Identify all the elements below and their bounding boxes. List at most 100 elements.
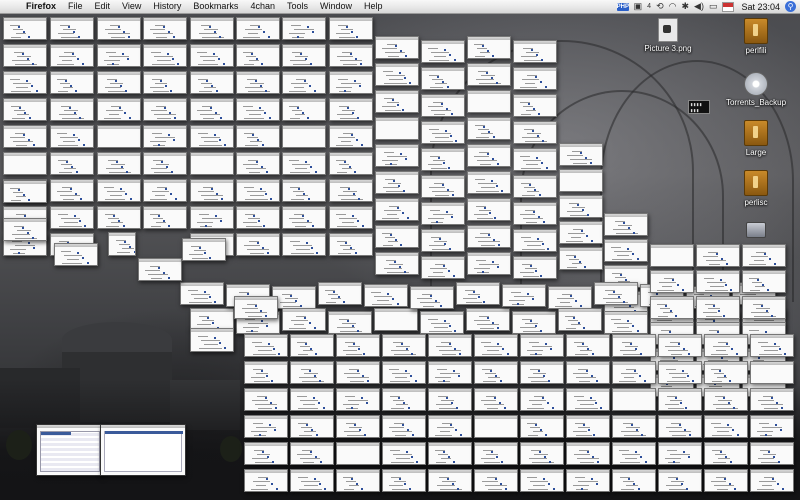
desktop-icon-perlfili[interactable]: perlfili	[721, 18, 791, 55]
expose-window-thumbnail[interactable]	[143, 17, 187, 40]
desktop-icon-volume[interactable]	[721, 222, 791, 238]
expose-window-thumbnail[interactable]	[180, 282, 224, 305]
expose-window-thumbnail[interactable]	[282, 125, 326, 148]
expose-window-thumbnail[interactable]	[50, 98, 94, 121]
expose-window-thumbnail[interactable]	[466, 308, 510, 331]
expose-window-thumbnail[interactable]	[520, 334, 564, 357]
expose-window-thumbnail[interactable]	[512, 311, 556, 334]
desktop-icon-terminal[interactable]: ▮▮▮▮ ▮▮▮	[664, 100, 734, 114]
expose-window-thumbnail[interactable]	[750, 361, 794, 384]
expose-window-thumbnail[interactable]	[50, 179, 94, 202]
spotlight-search-icon[interactable]: ⚲	[785, 1, 796, 12]
expose-window-thumbnail[interactable]	[236, 44, 280, 67]
expose-window-thumbnail[interactable]	[234, 296, 278, 319]
expose-window-thumbnail[interactable]	[612, 442, 656, 465]
expose-window-thumbnail[interactable]	[474, 415, 518, 438]
expose-window-thumbnail[interactable]	[244, 415, 288, 438]
expose-window-thumbnail[interactable]	[428, 361, 472, 384]
expose-window-thumbnail[interactable]	[290, 334, 334, 357]
expose-window-thumbnail[interactable]	[428, 469, 472, 492]
expose-window-thumbnail[interactable]	[382, 469, 426, 492]
expose-window-thumbnail[interactable]	[318, 282, 362, 305]
wifi-icon[interactable]: ◠	[669, 0, 677, 13]
menu-history[interactable]: History	[147, 0, 187, 13]
expose-window-thumbnail[interactable]	[742, 270, 786, 293]
expose-window-active-document[interactable]	[36, 424, 104, 476]
expose-window-thumbnail[interactable]	[520, 415, 564, 438]
expose-window-thumbnail[interactable]	[704, 442, 748, 465]
expose-window-thumbnail[interactable]	[502, 284, 546, 307]
expose-window-thumbnail[interactable]	[328, 311, 372, 334]
expose-window-thumbnail[interactable]	[236, 152, 280, 175]
expose-window-thumbnail[interactable]	[3, 180, 47, 203]
expose-window-thumbnail[interactable]	[420, 311, 464, 334]
expose-window-thumbnail[interactable]	[421, 40, 465, 63]
expose-window-thumbnail[interactable]	[650, 270, 694, 293]
expose-window-thumbnail[interactable]	[559, 195, 603, 218]
expose-window-thumbnail[interactable]	[513, 94, 557, 117]
menu-clock[interactable]: Sat 23:04	[741, 2, 780, 12]
expose-window-thumbnail[interactable]	[421, 148, 465, 171]
expose-window-thumbnail[interactable]	[513, 148, 557, 171]
expose-window-thumbnail[interactable]	[566, 334, 610, 357]
expose-window-thumbnail[interactable]	[329, 206, 373, 229]
expose-window-thumbnail[interactable]	[375, 36, 419, 59]
expose-window-thumbnail[interactable]	[50, 71, 94, 94]
expose-window-thumbnail[interactable]	[696, 244, 740, 267]
expose-window-thumbnail[interactable]	[375, 171, 419, 194]
expose-window-thumbnail[interactable]	[750, 388, 794, 411]
bluetooth-icon[interactable]: ✱	[681, 0, 689, 13]
expose-window-thumbnail[interactable]	[513, 202, 557, 225]
expose-window-thumbnail[interactable]	[474, 442, 518, 465]
expose-window-thumbnail[interactable]	[704, 415, 748, 438]
expose-window-thumbnail[interactable]	[467, 144, 511, 167]
expose-window-thumbnail[interactable]	[364, 284, 408, 307]
expose-window-thumbnail[interactable]	[236, 17, 280, 40]
expose-window-thumbnail[interactable]	[190, 44, 234, 67]
expose-window-thumbnail[interactable]	[282, 206, 326, 229]
expose-window-thumbnail[interactable]	[513, 256, 557, 279]
expose-window-thumbnail[interactable]	[329, 17, 373, 40]
expose-window-thumbnail[interactable]	[421, 202, 465, 225]
expose-window-thumbnail[interactable]	[513, 175, 557, 198]
expose-window-thumbnail[interactable]	[704, 469, 748, 492]
expose-window-thumbnail[interactable]	[650, 296, 694, 319]
expose-window-thumbnail[interactable]	[97, 44, 141, 67]
expose-window-thumbnail[interactable]	[282, 71, 326, 94]
expose-window-thumbnail[interactable]	[750, 415, 794, 438]
expose-window-thumbnail[interactable]	[750, 334, 794, 357]
expose-window-thumbnail[interactable]	[612, 415, 656, 438]
expose-window-thumbnail[interactable]	[143, 179, 187, 202]
expose-window-thumbnail[interactable]	[374, 308, 418, 331]
expose-window-thumbnail[interactable]	[375, 198, 419, 221]
expose-window-thumbnail[interactable]	[244, 388, 288, 411]
expose-window-thumbnail[interactable]	[290, 469, 334, 492]
expose-window-thumbnail[interactable]	[336, 442, 380, 465]
menu-file[interactable]: File	[62, 0, 89, 13]
menu-window[interactable]: Window	[314, 0, 358, 13]
expose-window-thumbnail[interactable]	[658, 388, 702, 411]
expose-window-thumbnail[interactable]	[467, 90, 511, 113]
expose-window-thumbnail[interactable]	[658, 334, 702, 357]
menu-tools[interactable]: Tools	[281, 0, 314, 13]
expose-window-thumbnail[interactable]	[190, 125, 234, 148]
expose-window-thumbnail[interactable]	[428, 388, 472, 411]
expose-window-thumbnail[interactable]	[244, 442, 288, 465]
expose-window-thumbnail[interactable]	[742, 296, 786, 319]
expose-window-thumbnail[interactable]	[143, 125, 187, 148]
expose-window-thumbnail[interactable]	[190, 152, 234, 175]
expose-window-thumbnail[interactable]	[236, 71, 280, 94]
expose-window-thumbnail[interactable]	[108, 232, 136, 256]
expose-window-thumbnail[interactable]	[143, 206, 187, 229]
expose-window-thumbnail[interactable]	[329, 125, 373, 148]
expose-window-thumbnail[interactable]	[467, 198, 511, 221]
desktop-icon-large[interactable]: Large	[721, 120, 791, 157]
expose-window-thumbnail[interactable]	[696, 270, 740, 293]
expose-window-thumbnail[interactable]	[3, 17, 47, 40]
expose-window-thumbnail[interactable]	[742, 244, 786, 267]
expose-window-thumbnail[interactable]	[566, 388, 610, 411]
menu-edit[interactable]: Edit	[89, 0, 117, 13]
expose-window-thumbnail[interactable]	[190, 206, 234, 229]
expose-window-thumbnail[interactable]	[244, 361, 288, 384]
expose-window-thumbnail[interactable]	[559, 247, 603, 270]
